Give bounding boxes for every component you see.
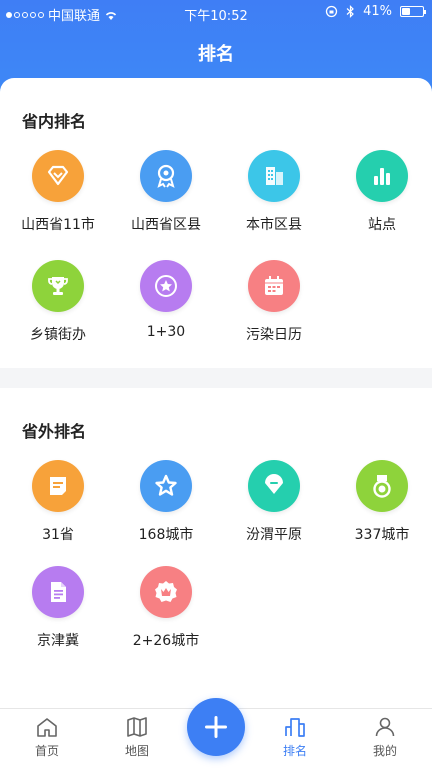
battery-percent: 41% [363,4,392,19]
rank-item-pollution-calendar[interactable]: 污染日历 [220,260,328,350]
gem-icon [248,460,300,512]
section-title-external: 省外排名 [22,422,87,441]
map-icon [127,717,147,737]
rank-item-shanxi-11-cities[interactable]: 山西省11市 [4,150,112,240]
page-title: 排名 [198,44,234,65]
user-icon [375,717,395,737]
bluetooth-icon [346,5,354,18]
note-icon [32,460,84,512]
rank-item-shanxi-counties[interactable]: 山西省区县 [112,150,220,240]
tab-ranking[interactable]: 排名 [252,715,338,767]
rank-item-fenwei-plain[interactable]: 汾渭平原 [220,460,328,550]
rank-item-168-cities[interactable]: 168城市 [112,460,220,550]
plus-icon [205,716,227,738]
rank-item-337-cities[interactable]: 337城市 [328,460,432,550]
ranking-icon [285,718,305,737]
tab-home[interactable]: 首页 [4,715,90,767]
ribbon-medal-icon [356,460,408,512]
building-icon [248,150,300,202]
tab-mine[interactable]: 我的 [342,715,428,767]
rank-item-stations[interactable]: 站点 [328,150,432,240]
section-title-domestic: 省内排名 [22,112,87,131]
rank-item-city-districts[interactable]: 本市区县 [220,150,328,240]
status-bar: 中国联通 下午10:52 41% [0,0,432,26]
rank-item-jingjinji[interactable]: 京津冀 [4,566,112,656]
star-outline-icon [140,460,192,512]
tab-map[interactable]: 地图 [94,715,180,767]
rank-item-townships[interactable]: 乡镇街办 [4,260,112,350]
star-icon [140,260,192,312]
document-icon [32,566,84,618]
diamond-icon [32,150,84,202]
rotation-lock-icon [325,5,338,18]
trophy-icon [32,260,84,312]
home-icon [37,718,57,737]
medal-icon [140,150,192,202]
calendar-icon [248,260,300,312]
add-button[interactable] [187,698,245,756]
rank-item-31-provinces[interactable]: 31省 [4,460,112,550]
rank-item-1-plus-30[interactable]: 1+30 [112,260,220,350]
bar-chart-icon [356,150,408,202]
battery-icon [400,6,426,17]
crown-badge-icon [140,566,192,618]
rank-item-2-plus-26-cities[interactable]: 2+26城市 [112,566,220,656]
